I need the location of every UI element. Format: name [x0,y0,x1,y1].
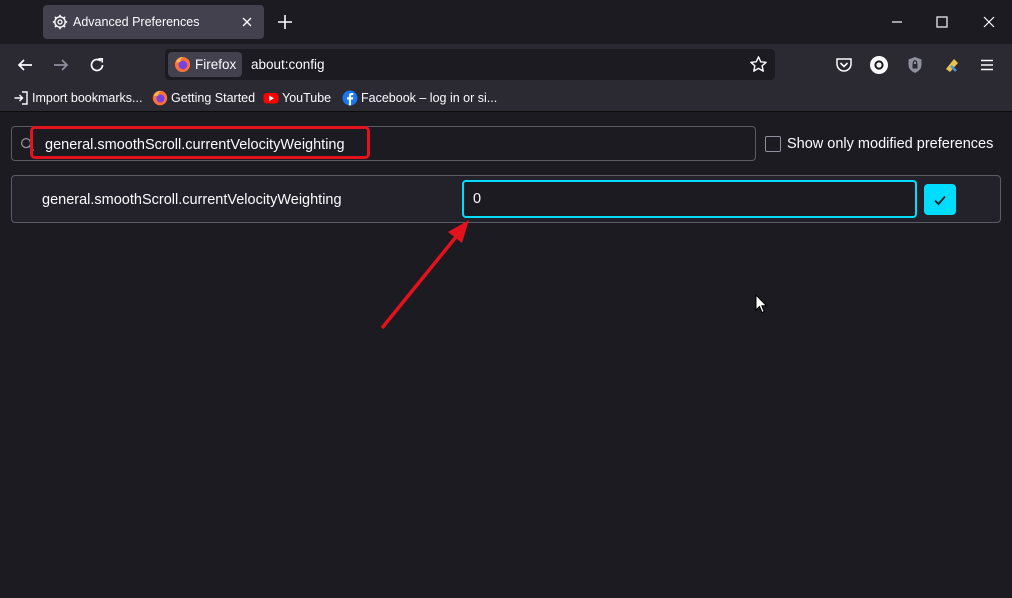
firefox-icon [152,90,168,106]
title-bar: Advanced Preferences [0,0,1012,44]
annotation-arrow-icon [380,220,469,330]
close-window-icon[interactable] [980,13,998,31]
firefox-logo-icon [174,56,191,73]
bookmark-facebook[interactable]: Facebook – log in or si... [342,90,497,107]
preference-name: general.smoothScroll.currentVelocityWeig… [42,192,342,208]
bookmark-youtube[interactable]: YouTube [263,90,333,107]
bookmarks-toolbar: Import bookmarks... Getting Started YouT… [0,86,1012,112]
bookmark-label: YouTube [282,91,332,105]
tab-advanced-preferences[interactable]: Advanced Preferences [43,5,264,39]
youtube-icon [263,93,279,104]
maximize-icon[interactable] [933,13,951,31]
import-icon [14,91,28,105]
back-icon[interactable] [15,55,35,75]
mouse-cursor-icon [755,294,768,314]
preference-row: general.smoothScroll.currentVelocityWeig… [11,175,1001,223]
url-bar[interactable]: Firefox about:config [165,49,775,80]
save-button[interactable] [924,184,956,215]
preference-search-box[interactable]: general.smoothScroll.currentVelocityWeig… [11,126,756,161]
identity-label: Firefox [195,57,237,72]
url-text[interactable]: about:config [251,57,325,72]
bookmark-import[interactable]: Import bookmarks... [13,90,143,107]
navigation-toolbar: Firefox about:config [0,44,1012,86]
identity-box[interactable]: Firefox [168,52,242,77]
bookmark-star-icon[interactable] [749,55,768,74]
show-modified-checkbox[interactable] [765,136,781,152]
close-tab-icon[interactable] [239,14,255,30]
bookmark-getting-started[interactable]: Getting Started [152,90,256,107]
facebook-icon [342,90,358,106]
account-avatar-icon[interactable] [869,55,889,75]
bookmark-label: Getting Started [171,91,256,105]
minimize-icon[interactable] [888,13,906,31]
menu-icon[interactable] [977,55,997,75]
new-tab-icon[interactable] [276,13,294,31]
bookmark-label: Facebook – log in or si... [361,91,498,105]
bookmark-label: Import bookmarks... [32,91,143,105]
forward-icon[interactable] [51,55,71,75]
pocket-icon[interactable] [834,55,854,75]
checkmark-icon [934,195,946,206]
extension-icon[interactable] [942,55,962,75]
shield-icon[interactable] [905,55,925,75]
show-modified-label[interactable]: Show only modified preferences [787,136,993,152]
reload-icon[interactable] [87,55,107,75]
tab-title: Advanced Preferences [73,15,200,29]
about-config-page: general.smoothScroll.currentVelocityWeig… [0,112,1012,598]
gear-icon [52,14,68,30]
annotation-highlight-box [30,126,370,159]
preference-value-input[interactable] [462,180,917,218]
